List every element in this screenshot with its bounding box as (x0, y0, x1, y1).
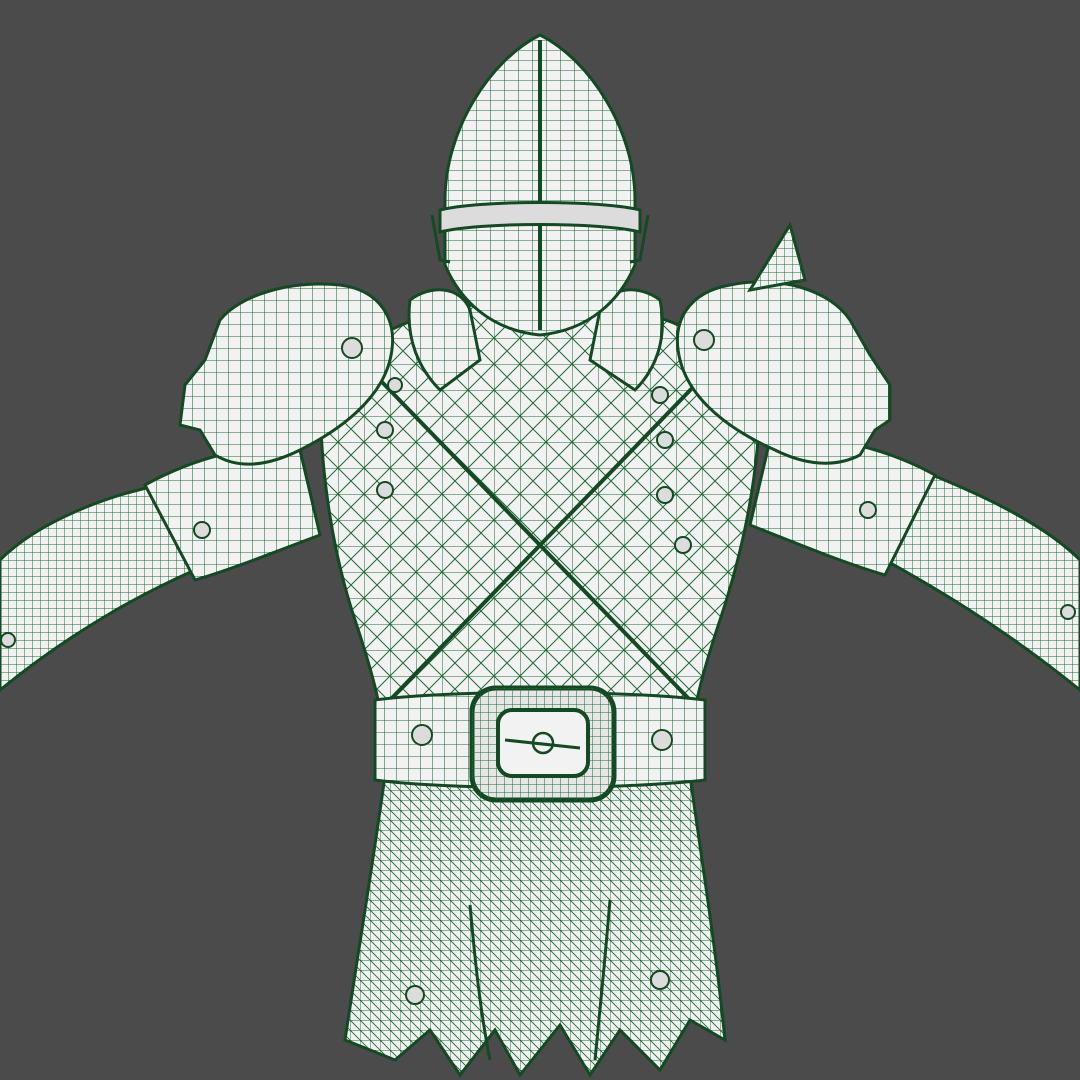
wireframe-model-canvas[interactable] (0, 0, 1080, 1080)
left-arm[interactable] (0, 445, 322, 692)
armor-skirt[interactable] (343, 773, 727, 1078)
belt-buckle[interactable] (469, 685, 617, 803)
pauldron-spike (746, 221, 807, 293)
right-arm[interactable] (748, 435, 1080, 692)
helmet[interactable] (430, 33, 650, 337)
3d-viewport[interactable] (0, 0, 1080, 1080)
